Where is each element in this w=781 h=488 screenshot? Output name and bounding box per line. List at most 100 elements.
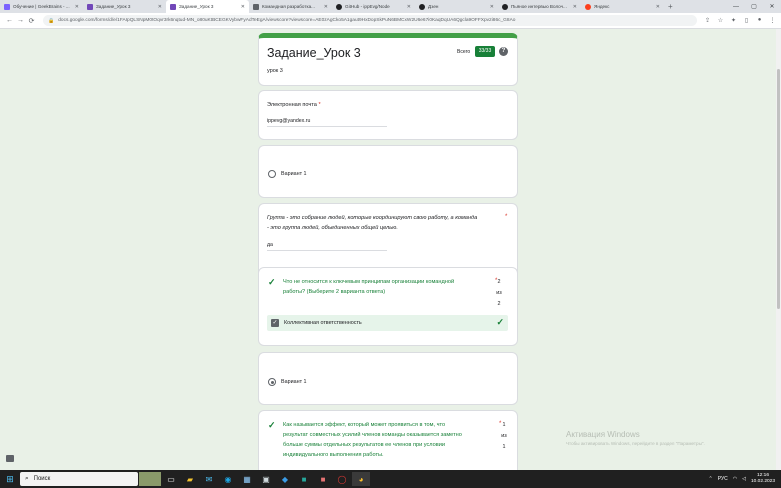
browser-tab[interactable]: Пьяное интервью Волоч... ✕ <box>498 0 581 13</box>
tab-title: Командная разработка... <box>262 4 315 9</box>
mail-icon[interactable]: ✉ <box>200 472 218 486</box>
tab-close-icon[interactable]: ✕ <box>241 4 245 10</box>
close-window-button[interactable]: ✕ <box>763 3 781 10</box>
tab-close-icon[interactable]: ✕ <box>490 4 494 10</box>
question-card: Вариант 1 <box>258 352 518 405</box>
tab-close-icon[interactable]: ✕ <box>324 4 328 10</box>
option-label: Вариант 1 <box>281 379 307 385</box>
points-indicator: 2 из 2 <box>496 279 502 307</box>
question-card-correct: ✓ Что не относится к ключевым принципам … <box>258 267 518 346</box>
points-indicator: 1 из 1 <box>501 422 507 450</box>
address-bar[interactable]: 🔒 docs.google.com/forms/d/e/1FAIpQLSNpM0… <box>43 15 697 26</box>
new-tab-button[interactable]: + <box>664 0 677 13</box>
email-value: ippevg@yandex.ru <box>267 118 387 127</box>
browser-tab[interactable]: Командная разработка... ✕ <box>249 0 332 13</box>
browser-tab[interactable]: GitHub - ippEvg/Node ✕ <box>332 0 415 13</box>
form-description: урок 3 <box>267 68 283 74</box>
tab-favicon-icon <box>87 3 93 10</box>
browser-tab[interactable]: Задание_Урок 3 ✕ <box>83 0 166 13</box>
star-icon[interactable]: ☆ <box>716 17 725 24</box>
sidebar-icon[interactable]: ▯ <box>742 17 751 24</box>
maximize-button[interactable]: ▢ <box>745 3 763 10</box>
system-tray: ⌃ РУС ◠ ◁ 12:16 10.02.2023 <box>709 473 781 485</box>
reload-icon[interactable]: ⟳ <box>26 17 37 25</box>
chrome-icon[interactable]: ◕ <box>352 472 370 486</box>
search-placeholder: Поиск <box>33 476 51 482</box>
tab-title: Задание_Урок 3 <box>179 4 214 9</box>
question-text: Как называется эффект, который может про… <box>283 422 462 458</box>
tab-close-icon[interactable]: ✕ <box>75 4 79 10</box>
forward-arrow-icon[interactable]: → <box>15 17 26 24</box>
edge-icon[interactable]: ◉ <box>219 472 237 486</box>
terminal-icon[interactable]: ▣ <box>257 472 275 486</box>
tab-favicon-icon <box>253 3 259 10</box>
question-card-correct: ✓ Как называется эффект, который может п… <box>258 410 518 470</box>
tab-title: GitHub - ippEvg/Node <box>345 4 390 9</box>
scrollbar-thumb[interactable] <box>777 69 780 309</box>
taskbar: ⊞ ⌕ Поиск ▭ ▰ ✉ ◉ ▦ ▣ ◆ ■ ■ ◯ ◕ ⌃ РУС ◠ … <box>0 470 781 488</box>
tab-title: Обучение | GeekBrains - ... <box>13 4 70 9</box>
tab-favicon-icon <box>336 3 342 10</box>
email-card: Электронная почта * ippevg@yandex.ru <box>258 90 518 140</box>
question-card: Вариант 1 <box>258 145 518 198</box>
widgets-icon[interactable] <box>139 472 161 486</box>
minimize-button[interactable]: — <box>727 4 745 10</box>
volume-icon[interactable]: ◁ <box>742 476 746 482</box>
checkbox-checked[interactable]: ✓ <box>271 319 279 327</box>
wifi-icon[interactable]: ◠ <box>733 476 737 482</box>
store-icon[interactable]: ▦ <box>238 472 256 486</box>
tray-chevron-icon[interactable]: ⌃ <box>709 476 713 482</box>
check-icon: ✓ <box>268 277 276 287</box>
score-badge: 33/33 <box>475 46 495 57</box>
menu-icon[interactable]: ⋮ <box>768 17 777 24</box>
browser-tab[interactable]: Обучение | GeekBrains - ... ✕ <box>0 0 83 13</box>
report-icon[interactable] <box>6 455 14 462</box>
radio-option[interactable] <box>268 170 276 178</box>
tab-favicon-icon <box>4 3 10 10</box>
activation-watermark-subtitle: Чтобы активировать Windows, перейдите в … <box>566 441 705 446</box>
tab-close-icon[interactable]: ✕ <box>158 4 162 10</box>
browser-toolbar: ← → ⟳ 🔒 docs.google.com/forms/d/e/1FAIpQ… <box>0 13 781 29</box>
email-label: Электронная почта * <box>267 102 321 108</box>
tab-close-icon[interactable]: ✕ <box>656 4 660 10</box>
tab-favicon-icon <box>419 3 425 10</box>
answer-value: да <box>267 242 387 251</box>
correct-option-row: ✓ Коллективная ответственность ✓ <box>267 315 508 331</box>
form-page: Задание_Урок 3 урок 3 Всего 33/33 ? Элек… <box>0 29 781 470</box>
task-view-icon[interactable]: ▭ <box>162 472 180 486</box>
tab-close-icon[interactable]: ✕ <box>573 4 577 10</box>
tab-close-icon[interactable]: ✕ <box>407 4 411 10</box>
language-indicator[interactable]: РУС <box>718 476 728 482</box>
back-arrow-icon[interactable]: ← <box>4 17 15 24</box>
browser-tab-strip: Обучение | GeekBrains - ... ✕ Задание_Уро… <box>0 0 781 13</box>
tab-favicon-icon <box>502 3 508 10</box>
required-mark: * <box>318 102 321 108</box>
tab-title: Задание_Урок 3 <box>96 4 131 9</box>
browser-tab-active[interactable]: Задание_Урок 3 ✕ <box>166 0 249 13</box>
share-icon[interactable]: ⇪ <box>703 17 712 24</box>
help-icon[interactable]: ? <box>499 47 508 56</box>
tab-favicon-icon <box>170 3 176 10</box>
option-label: Коллективная ответственность <box>284 320 362 326</box>
opera-icon[interactable]: ◯ <box>333 472 351 486</box>
scrollbar[interactable] <box>776 29 781 470</box>
tab-title: Дзен <box>428 4 439 9</box>
extensions-icon[interactable]: ✦ <box>729 17 738 24</box>
option-label: Вариант 1 <box>281 171 307 177</box>
clock[interactable]: 12:16 10.02.2023 <box>751 473 775 485</box>
browser-tab[interactable]: Дзен ✕ <box>415 0 498 13</box>
tab-title: Яндекс <box>594 4 610 9</box>
check-icon: ✓ <box>268 420 276 430</box>
profile-icon[interactable]: ● <box>755 17 764 24</box>
start-icon[interactable]: ⊞ <box>0 474 20 485</box>
app-icon[interactable]: ■ <box>314 472 332 486</box>
app-icon[interactable]: ■ <box>295 472 313 486</box>
taskbar-search[interactable]: ⌕ Поиск <box>20 472 138 486</box>
browser-tab[interactable]: Яндекс ✕ <box>581 0 664 13</box>
form-title: Задание_Урок 3 <box>267 46 361 60</box>
vscode-icon[interactable]: ◆ <box>276 472 294 486</box>
radio-option-selected[interactable] <box>268 378 276 386</box>
file-explorer-icon[interactable]: ▰ <box>181 472 199 486</box>
window-controls: — ▢ ✕ <box>727 0 781 13</box>
required-mark: * <box>505 214 508 220</box>
